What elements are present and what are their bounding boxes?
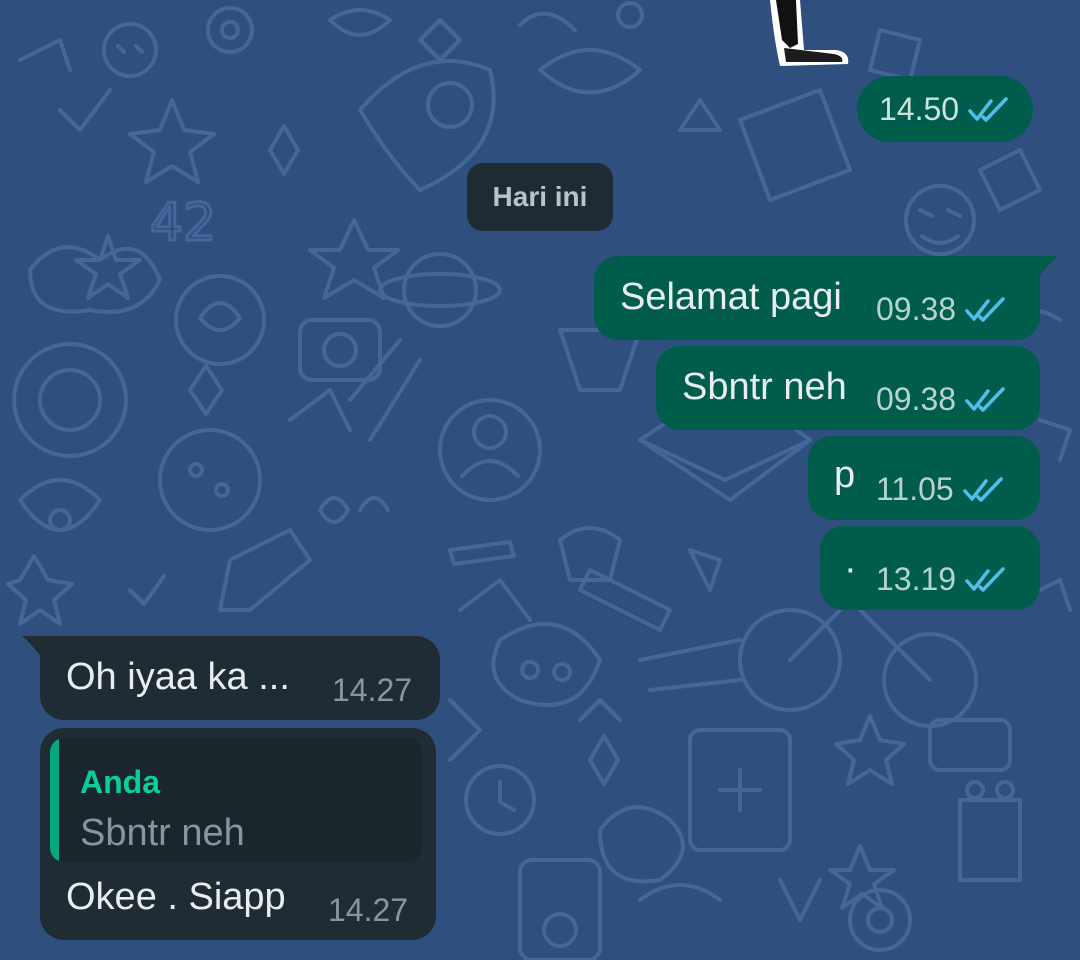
quoted-author: Anda	[80, 764, 160, 800]
message-meta: 14.27	[332, 672, 412, 709]
message-time: 13.19	[876, 561, 957, 597]
message-meta: 13.19	[876, 561, 1008, 598]
double-check-icon	[965, 566, 1005, 592]
message-bubble-outgoing[interactable]: Sbntr neh 09.38	[656, 346, 1040, 430]
message-meta: 14.50	[879, 91, 1011, 128]
message-time: 14.50	[879, 91, 960, 127]
message-time: 09.38	[876, 381, 957, 417]
message-text: ·	[844, 548, 857, 590]
message-bubble-incoming[interactable]: Anda Sbntr neh Okee . Siapp 14.27	[40, 728, 436, 940]
double-check-icon	[962, 476, 1003, 502]
message-text: p	[834, 454, 856, 496]
quoted-reply[interactable]: Anda Sbntr neh	[50, 738, 422, 862]
svg-text:42: 42	[150, 193, 216, 253]
message-bubble-outgoing[interactable]: Selamat pagi 09.38	[594, 256, 1040, 340]
message-text: Okee . Siapp	[66, 876, 286, 918]
message-bubble-incoming[interactable]: Oh iyaa ka ... 14.27	[40, 636, 440, 720]
message-text: Selamat pagi	[620, 276, 842, 318]
message-time: 11.05	[876, 471, 954, 507]
message-meta: 11.05	[876, 471, 1006, 508]
message-text: Oh iyaa ka ...	[66, 656, 290, 698]
sticker-timestamp-bubble[interactable]: 14.50	[857, 76, 1033, 142]
date-separator: Hari ini	[467, 163, 613, 231]
message-time: 14.27	[332, 672, 413, 708]
message-time: 09.38	[876, 291, 957, 327]
message-bubble-outgoing[interactable]: · 13.19	[820, 526, 1040, 610]
chat-window: 42 14.50 Hari ini Selamat pagi 09.38 Sbn…	[0, 0, 1080, 960]
double-check-icon	[968, 96, 1008, 122]
message-text: Sbntr neh	[682, 366, 847, 408]
double-check-icon	[965, 386, 1005, 412]
message-meta: 09.38	[876, 381, 1008, 418]
message-time: 14.27	[328, 892, 409, 928]
date-separator-label: Hari ini	[492, 181, 588, 212]
quote-accent-bar	[50, 738, 59, 862]
message-bubble-outgoing[interactable]: p 11.05	[808, 436, 1040, 520]
message-meta: 09.38	[876, 291, 1008, 328]
message-meta: 14.27	[328, 892, 408, 929]
double-check-icon	[965, 296, 1005, 322]
sticker-image[interactable]	[760, 0, 860, 76]
quoted-text: Sbntr neh	[80, 812, 245, 854]
